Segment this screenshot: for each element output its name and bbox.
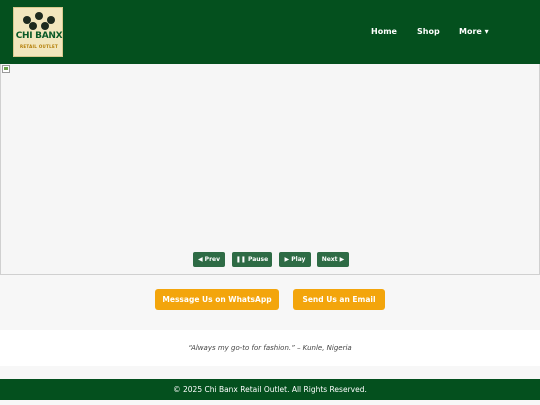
nav-more-dropdown[interactable]: More ▾	[459, 27, 489, 36]
brand-logo[interactable]: CHI BANX RETAIL OUTLET	[13, 7, 63, 57]
email-button[interactable]: Send Us an Email	[293, 289, 385, 310]
nav-home-link[interactable]: Home	[371, 27, 397, 36]
next-button[interactable]: Next ▶	[317, 252, 349, 267]
prev-button[interactable]: ◀ Prev	[193, 252, 225, 267]
logo-subtitle: RETAIL OUTLET	[19, 44, 59, 49]
image-slider: ◀ Prev ❚❚ Pause ▶ Play Next ▶	[0, 64, 540, 275]
broken-image-icon	[2, 65, 10, 73]
nav-shop-link[interactable]: Shop	[417, 27, 440, 36]
testimonial-quote: “Always my go-to for fashion.” – Kunle, …	[188, 344, 352, 352]
copyright-text: © 2025 Chi Banx Retail Outlet. All Right…	[173, 385, 367, 394]
testimonial-section: “Always my go-to for fashion.” – Kunle, …	[0, 330, 540, 366]
play-button[interactable]: ▶ Play	[279, 252, 311, 267]
pause-button[interactable]: ❚❚ Pause	[232, 252, 272, 267]
site-footer: © 2025 Chi Banx Retail Outlet. All Right…	[0, 379, 540, 400]
logo-emblem-icon	[23, 12, 55, 30]
site-header: CHI BANX RETAIL OUTLET Home Shop More ▾	[0, 0, 540, 64]
whatsapp-button[interactable]: Message Us on WhatsApp	[155, 289, 279, 310]
logo-title: CHI BANX	[15, 31, 63, 41]
